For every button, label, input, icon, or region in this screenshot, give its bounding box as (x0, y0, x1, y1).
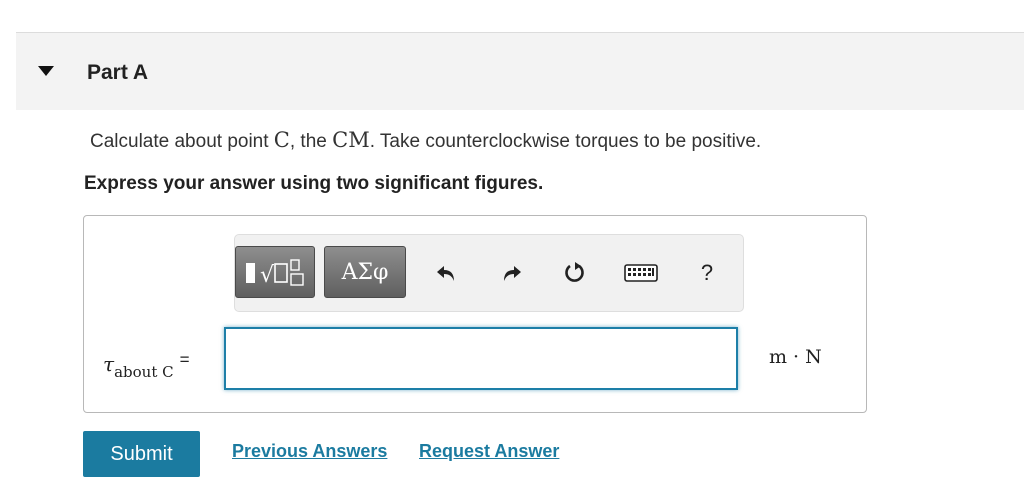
request-answer-link[interactable]: Request Answer (419, 441, 559, 462)
answer-box: √ ΑΣφ ? τabout C= m · N (83, 215, 867, 413)
question-cm: CM (332, 128, 370, 152)
part-title: Part A (87, 61, 149, 84)
redo-icon[interactable] (497, 259, 525, 287)
instruction-text: Express your answer using two significan… (84, 173, 544, 194)
math-toolbar: √ ΑΣφ ? (234, 234, 744, 312)
submit-button[interactable]: Submit (83, 431, 200, 477)
answer-variable-label: τabout C = (103, 350, 190, 381)
keyboard-icon[interactable] (623, 259, 659, 287)
equals-sign: = (179, 350, 190, 369)
question-prefix: Calculate about point (90, 131, 274, 152)
undo-icon[interactable] (433, 259, 461, 287)
answer-input[interactable] (224, 327, 738, 390)
collapse-caret-icon[interactable] (38, 66, 54, 76)
units-label: m · N (769, 346, 822, 368)
svg-text:√: √ (260, 263, 275, 288)
question-point: C (273, 128, 290, 152)
previous-answers-link[interactable]: Previous Answers (232, 441, 387, 462)
question-suffix: . Take counterclockwise torques to be po… (369, 131, 762, 152)
part-header[interactable]: Part A (16, 33, 1024, 110)
tau-symbol: τ (103, 352, 115, 376)
templates-button[interactable]: √ (235, 246, 315, 298)
templates-icon: √ (246, 259, 304, 288)
greek-symbols-button[interactable]: ΑΣφ (324, 246, 406, 298)
reset-icon[interactable] (561, 259, 589, 287)
tau-subscript: about C (114, 363, 174, 381)
question-mid: , the (289, 131, 333, 152)
question-text: Calculate about point C, the CM. Take co… (90, 128, 761, 153)
help-icon[interactable]: ? (693, 259, 721, 287)
